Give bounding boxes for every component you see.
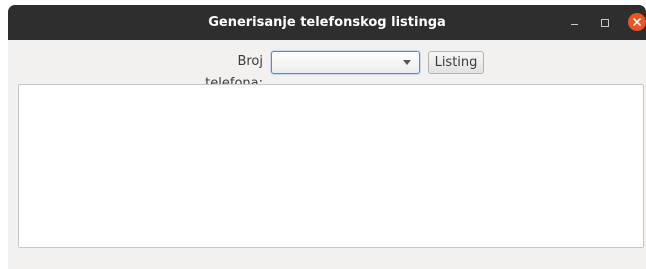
window-title: Generisanje telefonskog listinga (208, 15, 446, 30)
minimize-icon (571, 24, 578, 25)
minimize-button[interactable] (566, 5, 584, 40)
app-window: Generisanje telefonskog listinga Broj te… (8, 5, 646, 269)
listing-button[interactable]: Listing (428, 51, 484, 74)
close-icon (628, 13, 646, 31)
phone-number-label: Broj telefona: (205, 54, 263, 91)
title-bar: Generisanje telefonskog listinga (8, 5, 646, 40)
close-button[interactable] (625, 5, 646, 40)
chevron-down-icon (403, 60, 411, 65)
maximize-icon (601, 19, 609, 27)
listing-output-area[interactable] (18, 84, 644, 248)
maximize-button[interactable] (597, 5, 615, 40)
phone-number-select[interactable] (271, 51, 420, 74)
